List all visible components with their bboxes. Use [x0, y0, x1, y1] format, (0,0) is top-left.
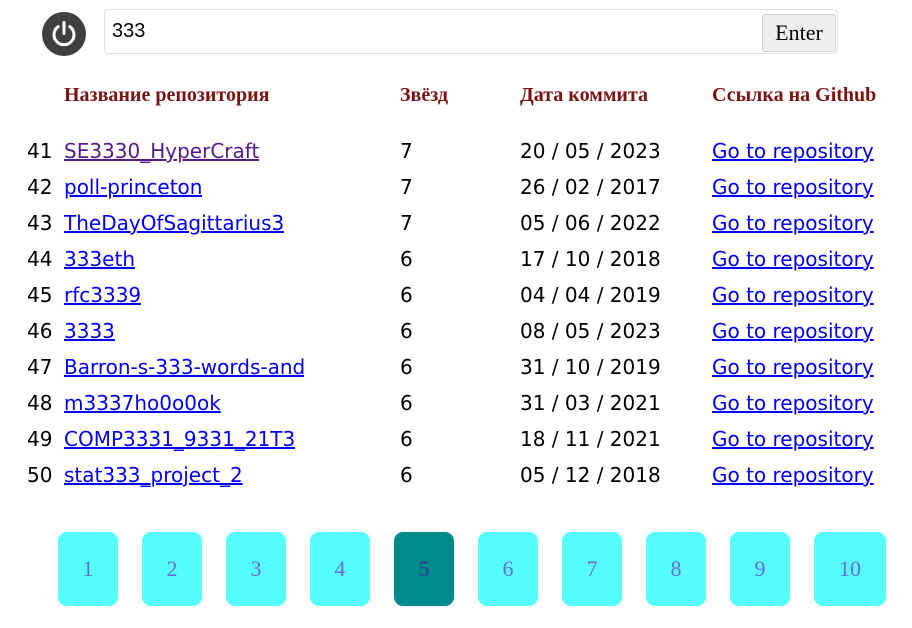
- table-row: 46 3333 6 08 / 05 / 2023 Go to repositor…: [0, 314, 912, 350]
- row-number: 49: [27, 427, 53, 451]
- row-stars: 6: [400, 463, 413, 487]
- power-icon: [52, 21, 76, 47]
- go-to-repository-link[interactable]: Go to repository: [712, 391, 874, 415]
- go-to-repository-link[interactable]: Go to repository: [712, 247, 874, 271]
- page: Enter Название репозитория Звёзд Дата ко…: [0, 0, 912, 628]
- row-commit-date: 31 / 03 / 2021: [520, 391, 661, 415]
- header-stars: Звёзд: [400, 84, 449, 106]
- row-stars: 6: [400, 427, 413, 451]
- page-button-8[interactable]: 8: [646, 532, 706, 606]
- go-to-repository-link[interactable]: Go to repository: [712, 175, 874, 199]
- row-stars: 7: [400, 175, 413, 199]
- go-to-repository-link[interactable]: Go to repository: [712, 319, 874, 343]
- table-row: 49 COMP3331_9331_21T3 6 18 / 11 / 2021 G…: [0, 422, 912, 458]
- repo-name-link[interactable]: stat333_project_2: [64, 463, 243, 487]
- table-row: 48 m3337ho0o0ok 6 31 / 03 / 2021 Go to r…: [0, 386, 912, 422]
- row-commit-date: 31 / 10 / 2019: [520, 355, 661, 379]
- table-row: 45 rfc3339 6 04 / 04 / 2019 Go to reposi…: [0, 278, 912, 314]
- page-button-3[interactable]: 3: [226, 532, 286, 606]
- row-number: 46: [27, 319, 53, 343]
- row-stars: 6: [400, 391, 413, 415]
- page-button-4[interactable]: 4: [310, 532, 370, 606]
- row-number: 45: [27, 283, 53, 307]
- repo-name-link[interactable]: 333eth: [64, 247, 135, 271]
- row-commit-date: 26 / 02 / 2017: [520, 175, 661, 199]
- repo-name-link[interactable]: rfc3339: [64, 283, 141, 307]
- table-row: 43 TheDayOfSagittarius3 7 05 / 06 / 2022…: [0, 206, 912, 242]
- row-stars: 7: [400, 211, 413, 235]
- repo-name-link[interactable]: 3333: [64, 319, 115, 343]
- row-number: 50: [27, 463, 53, 487]
- go-to-repository-link[interactable]: Go to repository: [712, 283, 874, 307]
- go-to-repository-link[interactable]: Go to repository: [712, 139, 874, 163]
- pagination: 1 2 3 4 5 6 7 8 9 10: [0, 532, 912, 606]
- page-button-10[interactable]: 10: [814, 532, 886, 606]
- search-input[interactable]: [105, 10, 755, 53]
- enter-button[interactable]: Enter: [762, 14, 836, 52]
- go-to-repository-link[interactable]: Go to repository: [712, 427, 874, 451]
- page-button-2[interactable]: 2: [142, 532, 202, 606]
- header-commit-date: Дата коммита: [520, 84, 649, 106]
- row-commit-date: 04 / 04 / 2019: [520, 283, 661, 307]
- row-commit-date: 17 / 10 / 2018: [520, 247, 661, 271]
- repo-name-link[interactable]: Barron-s-333-words-and-: [64, 355, 304, 379]
- repo-name-link[interactable]: TheDayOfSagittarius3: [64, 211, 284, 235]
- row-stars: 6: [400, 247, 413, 271]
- header-github-link: Ссылка на Github: [712, 84, 877, 106]
- page-button-6[interactable]: 6: [478, 532, 538, 606]
- row-commit-date: 05 / 12 / 2018: [520, 463, 661, 487]
- table-row: 44 333eth 6 17 / 10 / 2018 Go to reposit…: [0, 242, 912, 278]
- row-number: 44: [27, 247, 53, 271]
- go-to-repository-link[interactable]: Go to repository: [712, 355, 874, 379]
- page-button-5[interactable]: 5: [394, 532, 454, 606]
- repo-name-link[interactable]: COMP3331_9331_21T3: [64, 427, 295, 451]
- row-commit-date: 05 / 06 / 2022: [520, 211, 661, 235]
- row-number: 42: [27, 175, 53, 199]
- page-button-7[interactable]: 7: [562, 532, 622, 606]
- table-row: 47 Barron-s-333-words-and- 6 31 / 10 / 2…: [0, 350, 912, 386]
- row-commit-date: 18 / 11 / 2021: [520, 427, 661, 451]
- search-box: [104, 9, 838, 54]
- go-to-repository-link[interactable]: Go to repository: [712, 211, 874, 235]
- repo-name-link[interactable]: SE3330_HyperCraft: [64, 139, 259, 163]
- table-row: 42 poll-princeton 7 26 / 02 / 2017 Go to…: [0, 170, 912, 206]
- row-commit-date: 20 / 05 / 2023: [520, 139, 661, 163]
- page-button-1[interactable]: 1: [58, 532, 118, 606]
- page-button-9[interactable]: 9: [730, 532, 790, 606]
- row-stars: 7: [400, 139, 413, 163]
- row-stars: 6: [400, 283, 413, 307]
- repo-name-link[interactable]: poll-princeton: [64, 175, 202, 199]
- row-number: 47: [27, 355, 53, 379]
- table-row: 50 stat333_project_2 6 05 / 12 / 2018 Go…: [0, 458, 912, 494]
- row-stars: 6: [400, 319, 413, 343]
- repo-name-link[interactable]: m3337ho0o0ok: [64, 391, 221, 415]
- row-commit-date: 08 / 05 / 2023: [520, 319, 661, 343]
- row-number: 43: [27, 211, 53, 235]
- row-stars: 6: [400, 355, 413, 379]
- go-to-repository-link[interactable]: Go to repository: [712, 463, 874, 487]
- row-number: 48: [27, 391, 53, 415]
- header-repo-name: Название репозитория: [64, 84, 270, 106]
- repo-table-body: 41 SE3330_HyperCraft 7 20 / 05 / 2023 Go…: [0, 134, 912, 494]
- table-row: 41 SE3330_HyperCraft 7 20 / 05 / 2023 Go…: [0, 134, 912, 170]
- power-button[interactable]: [42, 12, 86, 56]
- row-number: 41: [27, 139, 53, 163]
